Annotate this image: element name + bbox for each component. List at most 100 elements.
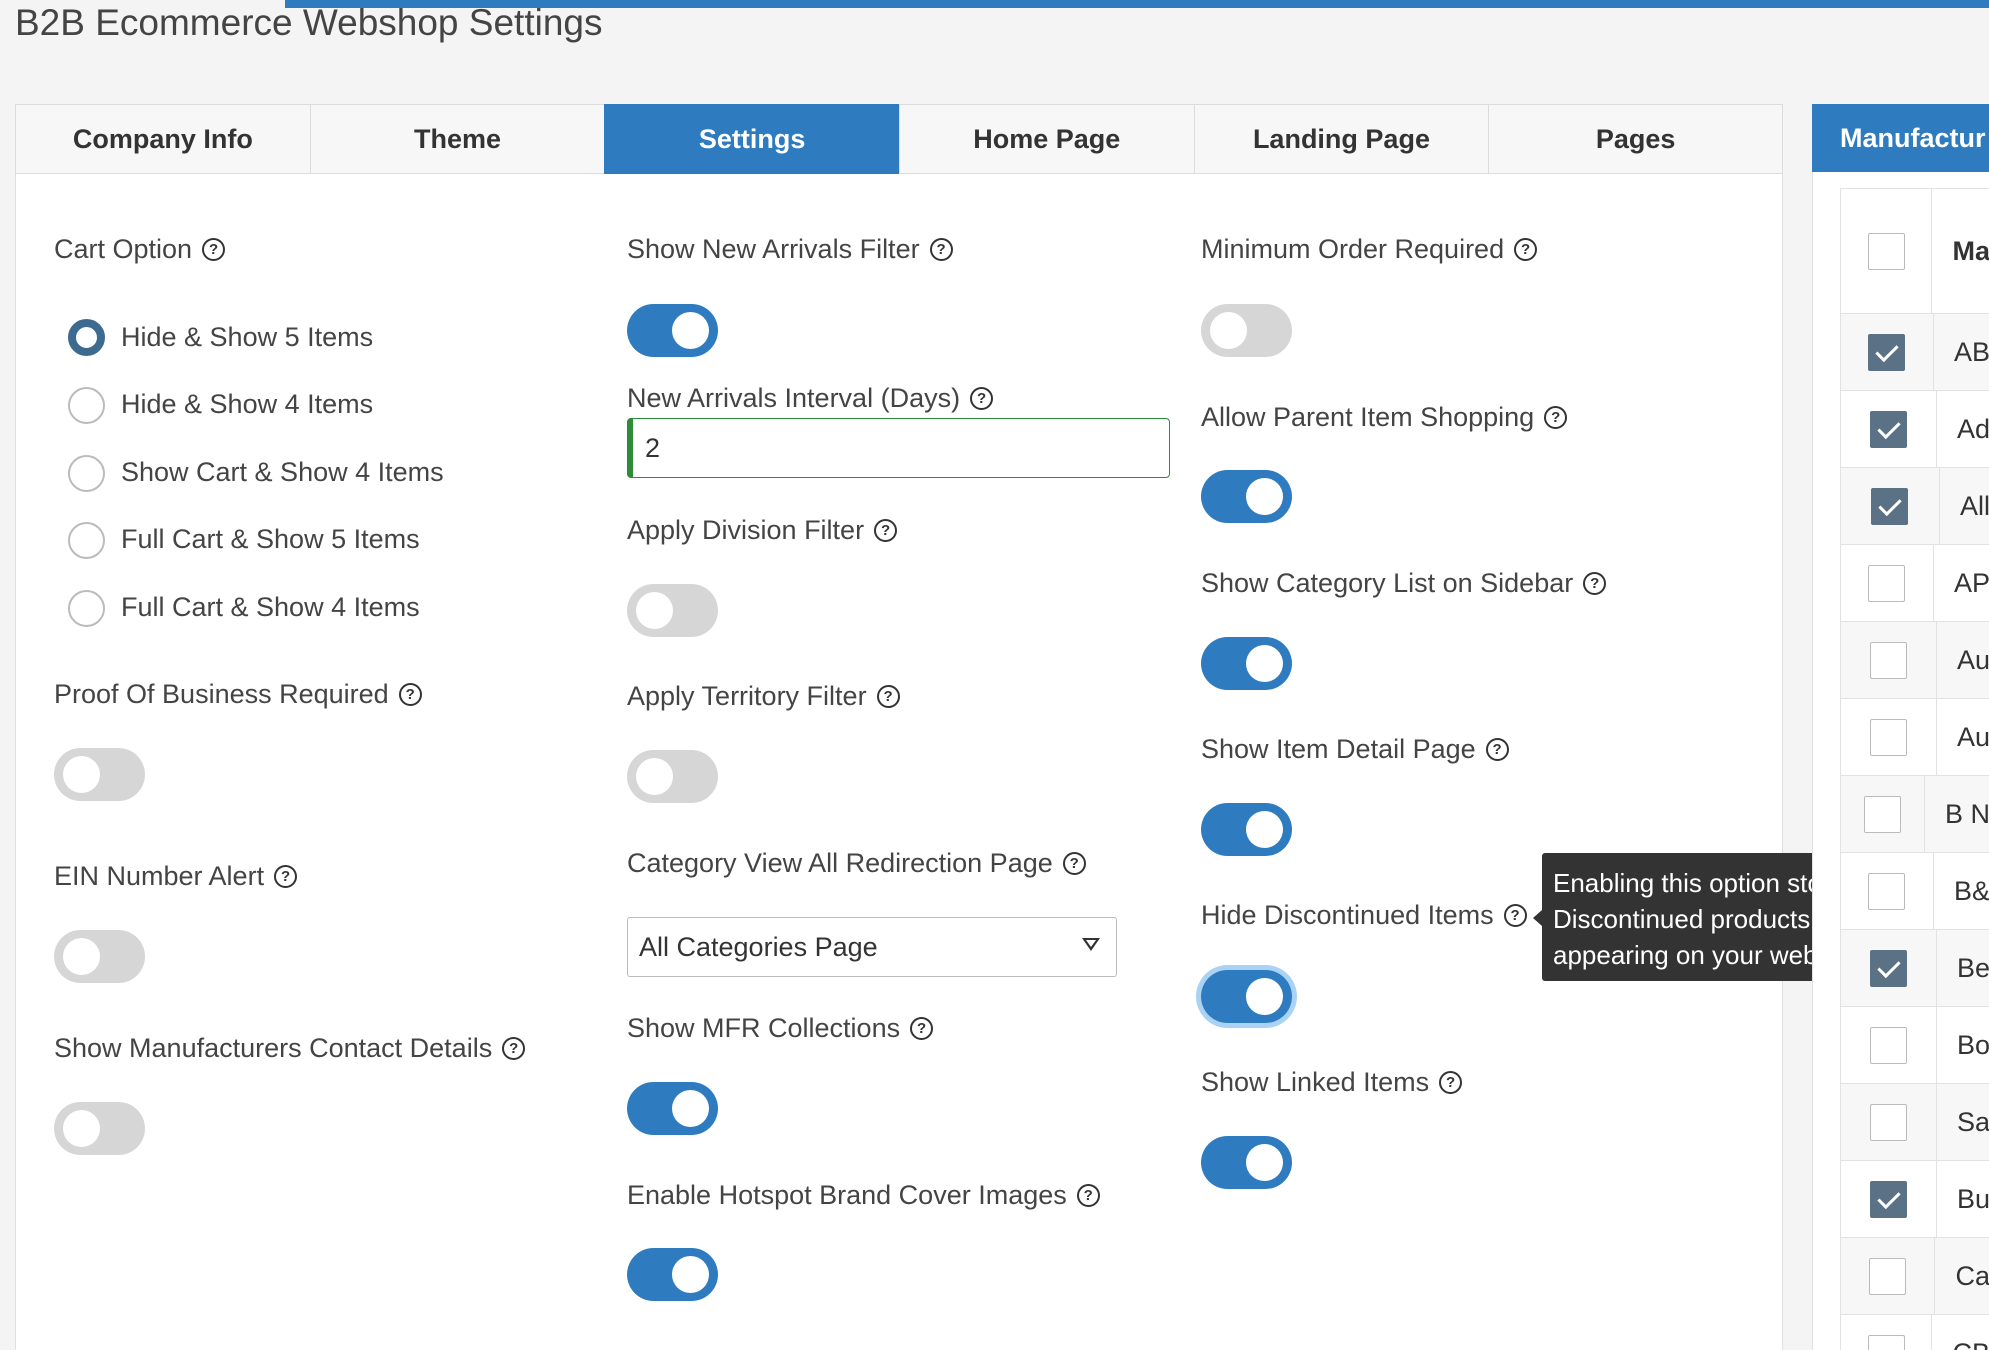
tab-theme[interactable]: Theme (309, 104, 605, 174)
toggle-knob (63, 938, 100, 975)
ein-alert-toggle[interactable] (54, 930, 145, 983)
item-detail-toggle[interactable] (1201, 803, 1292, 856)
category-redirect-select[interactable]: All Categories Page (627, 917, 1117, 977)
row-checkbox[interactable] (1869, 718, 1907, 756)
table-row[interactable]: AP (1841, 545, 1989, 622)
tab-home-page[interactable]: Home Page (898, 104, 1194, 174)
settings-tabs: Company Info Theme Settings Home Page La… (15, 104, 1783, 174)
show-mfr-contact-toggle[interactable] (54, 1102, 145, 1155)
ein-alert-label: EIN Number Alert ? (54, 861, 298, 892)
tab-settings[interactable]: Settings (604, 104, 899, 174)
row-checkbox[interactable] (1868, 333, 1906, 371)
help-icon[interactable]: ? (1583, 572, 1607, 595)
table-row[interactable]: CB (1841, 1315, 1989, 1350)
hide-discontinued-toggle[interactable] (1201, 970, 1292, 1023)
table-row[interactable]: All (1841, 468, 1989, 545)
row-checkbox[interactable] (1868, 564, 1906, 602)
row-checkbox[interactable] (1869, 949, 1907, 987)
toggle-knob (672, 1090, 709, 1127)
help-icon[interactable]: ? (1514, 238, 1538, 261)
help-icon[interactable]: ? (398, 683, 422, 706)
row-checkbox[interactable] (1869, 1257, 1907, 1295)
row-checkbox[interactable] (1863, 795, 1901, 833)
help-icon[interactable]: ? (1076, 1184, 1100, 1207)
table-row[interactable]: B N (1841, 776, 1989, 853)
page-title: B2B Ecommerce Webshop Settings (15, 2, 603, 43)
table-header-manufacturer: Ma (1952, 235, 1989, 266)
linked-items-toggle[interactable] (1201, 1136, 1292, 1189)
new-arrivals-interval-input[interactable]: 2 (627, 418, 1170, 478)
radio-label-full-cart-show-5: Full Cart & Show 5 Items (121, 524, 420, 554)
row-checkbox[interactable] (1869, 410, 1907, 448)
territory-filter-toggle[interactable] (627, 750, 718, 803)
table-row[interactable]: Au (1841, 622, 1989, 699)
table-row[interactable]: Be (1841, 930, 1989, 1007)
row-checkbox[interactable] (1869, 641, 1907, 679)
table-row[interactable]: Bo (1841, 1007, 1989, 1084)
help-icon[interactable]: ? (1062, 852, 1086, 875)
manufacturer-name: Bu (1956, 1183, 1989, 1214)
radio-label-full-cart-show-4: Full Cart & Show 4 Items (121, 592, 420, 622)
toggle-knob (1246, 978, 1283, 1015)
table-row[interactable]: Bu (1841, 1161, 1989, 1238)
toggle-knob (636, 758, 673, 795)
tab-company-info[interactable]: Company Info (15, 104, 310, 174)
category-sidebar-label: Show Category List on Sidebar ? (1201, 568, 1607, 599)
toggle-knob (672, 1256, 709, 1293)
radio-hide-show-4[interactable] (68, 387, 105, 424)
manufacturer-name: All (1959, 490, 1989, 521)
caret-down-icon (1082, 938, 1100, 951)
select-all-checkbox[interactable] (1867, 232, 1905, 270)
tab-pages[interactable]: Pages (1488, 104, 1783, 174)
row-checkbox[interactable] (1867, 1334, 1905, 1350)
row-checkbox[interactable] (1871, 487, 1909, 525)
help-icon[interactable]: ? (502, 1037, 526, 1060)
table-row[interactable]: B& (1841, 853, 1989, 930)
help-icon[interactable]: ? (876, 685, 900, 708)
division-filter-toggle[interactable] (627, 584, 718, 637)
table-row[interactable]: Ca (1841, 1238, 1989, 1315)
radio-show-cart-show-4[interactable] (68, 455, 105, 492)
table-row[interactable]: AB (1841, 314, 1989, 391)
manufacturers-table: Ma AB Ad All AP Au Au B N B&Be Bo Sa Bu Ca CB (1840, 188, 1989, 1350)
help-icon[interactable]: ? (274, 865, 298, 888)
mfr-collections-label: Show MFR Collections ? (627, 1013, 934, 1044)
help-icon[interactable]: ? (970, 387, 994, 410)
help-icon[interactable]: ? (1544, 406, 1568, 429)
manufacturer-name: Ca (1955, 1260, 1989, 1291)
toggle-knob (1246, 811, 1283, 848)
manufacturer-name: AP (1953, 567, 1989, 598)
row-checkbox[interactable] (1868, 872, 1906, 910)
row-checkbox[interactable] (1869, 1026, 1907, 1064)
help-icon[interactable]: ? (910, 1017, 934, 1040)
tab-landing-page[interactable]: Landing Page (1193, 104, 1489, 174)
help-icon[interactable]: ? (929, 238, 953, 261)
min-order-toggle[interactable] (1201, 304, 1292, 357)
linked-items-label: Show Linked Items ? (1201, 1067, 1463, 1098)
radio-label-hide-show-4: Hide & Show 4 Items (121, 389, 374, 419)
help-icon[interactable]: ? (202, 238, 226, 261)
row-checkbox[interactable] (1869, 1103, 1907, 1141)
table-row[interactable]: Au (1841, 699, 1989, 776)
territory-filter-label: Apply Territory Filter ? (627, 681, 900, 712)
toggle-knob (63, 1110, 100, 1147)
table-header-row: Ma (1841, 189, 1989, 314)
help-icon[interactable]: ? (1503, 904, 1527, 927)
row-checkbox[interactable] (1869, 1180, 1907, 1218)
manufacturers-tab[interactable]: Manufactur (1812, 104, 1989, 172)
table-row[interactable]: Sa (1841, 1084, 1989, 1161)
manufacturer-name: Au (1956, 721, 1989, 752)
category-sidebar-toggle[interactable] (1201, 637, 1292, 690)
help-icon[interactable]: ? (1439, 1071, 1463, 1094)
radio-hide-show-5[interactable] (68, 319, 105, 356)
parent-item-toggle[interactable] (1201, 470, 1292, 523)
new-arrivals-filter-toggle[interactable] (627, 304, 718, 357)
radio-full-cart-show-4[interactable] (68, 590, 105, 627)
help-icon[interactable]: ? (1485, 738, 1509, 761)
hotspot-toggle[interactable] (627, 1248, 718, 1301)
radio-full-cart-show-5[interactable] (68, 522, 105, 559)
proof-of-business-toggle[interactable] (54, 748, 145, 801)
table-row[interactable]: Ad (1841, 391, 1989, 468)
help-icon[interactable]: ? (874, 519, 898, 542)
mfr-collections-toggle[interactable] (627, 1082, 718, 1135)
